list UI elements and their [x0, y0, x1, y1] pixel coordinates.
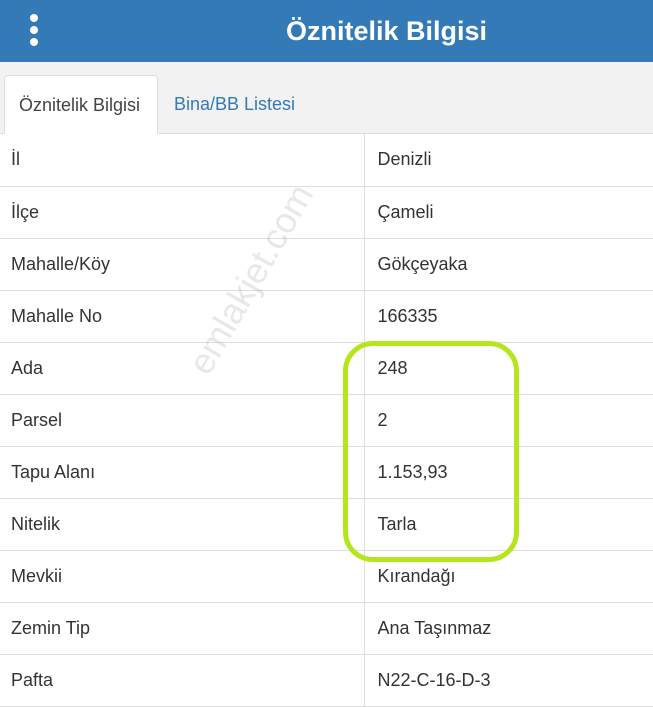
page-title: Öznitelik Bilgisi: [285, 16, 488, 46]
row-value: Kırandağı: [364, 550, 653, 603]
table-row: Nitelik Tarla: [0, 498, 653, 551]
row-label: Tapu Alanı: [0, 446, 365, 499]
row-label: İl: [0, 134, 365, 187]
table-row: Pafta N22-C-16-D-3: [0, 654, 653, 707]
vertical-ellipsis-icon-dot: [30, 26, 38, 34]
row-label: Parsel: [0, 394, 365, 447]
table-row: Mahalle/Köy Gökçeyaka: [0, 238, 653, 291]
tab-bar: Öznitelik Bilgisi Bina/BB Listesi: [0, 62, 653, 134]
table-row: İl Denizli: [0, 134, 653, 187]
tab-oznitelik-bilgisi[interactable]: Öznitelik Bilgisi: [4, 75, 158, 134]
table-row: Mevkii Kırandağı: [0, 550, 653, 603]
row-label: Ada: [0, 342, 365, 395]
vertical-ellipsis-icon-dot: [30, 38, 38, 46]
row-value: Ana Taşınmaz: [364, 602, 653, 655]
table-row: Mahalle No 166335: [0, 290, 653, 343]
table-row: Tapu Alanı 1.153,93: [0, 446, 653, 499]
row-label: Mahalle No: [0, 290, 365, 343]
table-row: İlçe Çameli: [0, 186, 653, 239]
table-row: Zemin Tip Ana Taşınmaz: [0, 602, 653, 655]
row-value: N22-C-16-D-3: [364, 654, 653, 707]
app-header: Öznitelik Bilgisi: [0, 0, 653, 62]
row-value: Gökçeyaka: [364, 238, 653, 291]
row-value: 1.153,93: [364, 446, 653, 499]
row-label: Nitelik: [0, 498, 365, 551]
row-label: Mevkii: [0, 550, 365, 603]
table-row: Parsel 2: [0, 394, 653, 447]
row-label: Pafta: [0, 654, 365, 707]
row-value: Denizli: [364, 134, 653, 187]
attribute-table: İl Denizli İlçe Çameli Mahalle/Köy Gökçe…: [0, 134, 653, 707]
row-label: İlçe: [0, 186, 365, 239]
table-row: Ada 248: [0, 342, 653, 395]
row-label: Mahalle/Köy: [0, 238, 365, 291]
row-value: 166335: [364, 290, 653, 343]
row-value: 2: [364, 394, 653, 447]
row-value: Tarla: [364, 498, 653, 551]
vertical-ellipsis-icon: [30, 14, 38, 22]
row-label: Zemin Tip: [0, 602, 365, 655]
row-value: 248: [364, 342, 653, 395]
tab-bina-bb-listesi[interactable]: Bina/BB Listesi: [160, 75, 309, 134]
menu-button[interactable]: [24, 12, 46, 48]
row-value: Çameli: [364, 186, 653, 239]
